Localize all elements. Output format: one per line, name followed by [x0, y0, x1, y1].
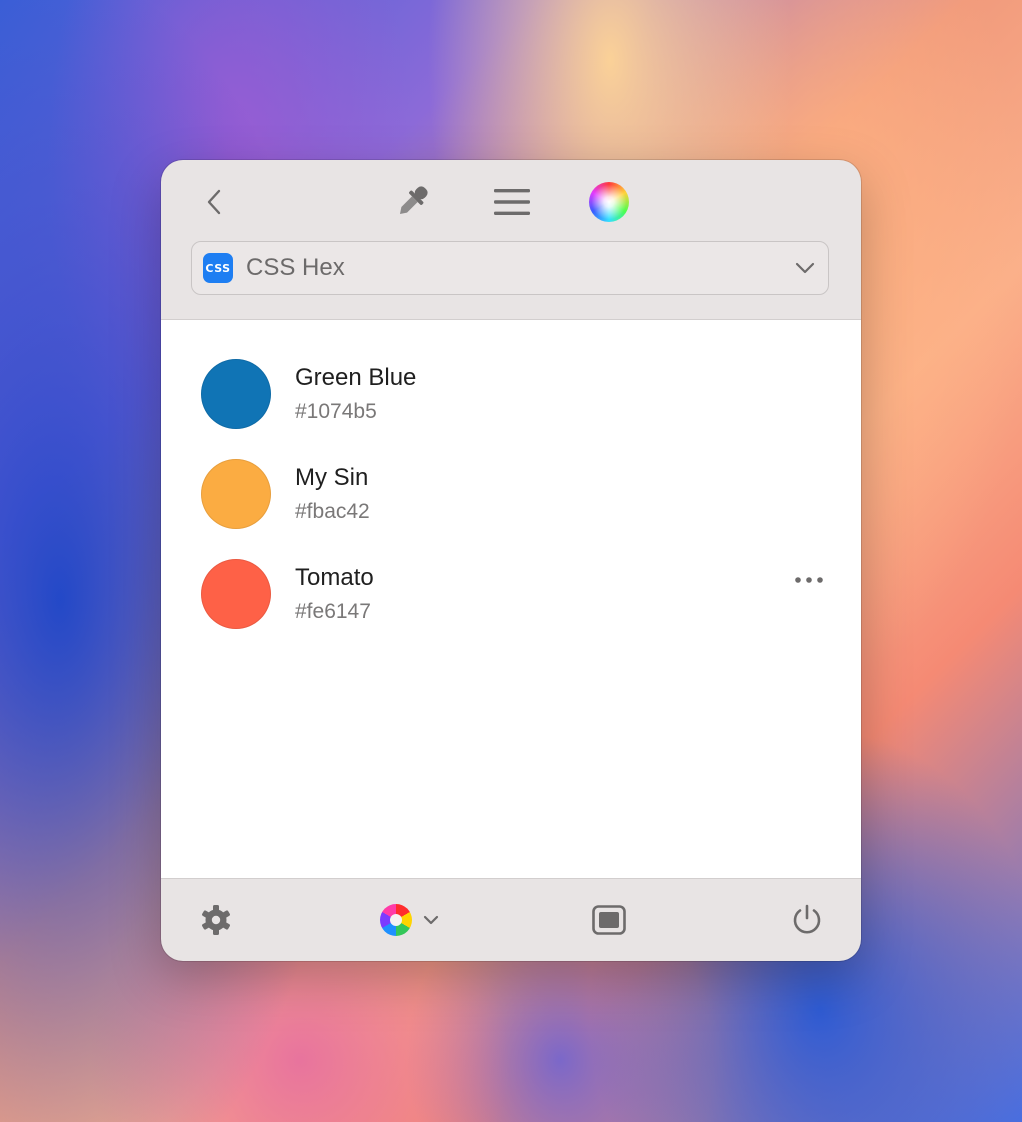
list-item[interactable]: Green Blue #1074b5: [161, 342, 861, 442]
menu-button[interactable]: [488, 178, 536, 226]
eyedropper-icon: [399, 186, 428, 215]
color-name: My Sin: [295, 464, 369, 491]
color-swatch[interactable]: [201, 459, 271, 529]
eyedropper-button[interactable]: [388, 178, 436, 226]
back-button[interactable]: [190, 178, 238, 226]
color-name: Tomato: [295, 564, 374, 591]
color-swatch[interactable]: [201, 359, 271, 429]
settings-button[interactable]: [194, 898, 238, 942]
chevron-left-icon: [207, 189, 221, 215]
power-button[interactable]: [787, 898, 827, 942]
format-select[interactable]: CSS CSS Hex: [191, 241, 829, 295]
color-picker-panel: CSS CSS Hex Green Blue #1074b5 My Sin #f…: [161, 160, 861, 961]
list-item[interactable]: Tomato #fe6147: [161, 542, 861, 642]
chevron-down-icon: [795, 262, 815, 274]
window-icon: [592, 905, 626, 935]
color-hex: #fe6147: [295, 600, 371, 623]
color-name: Green Blue: [295, 364, 417, 391]
palette-menu-button[interactable]: [375, 898, 445, 942]
color-hex: #1074b5: [295, 400, 377, 423]
more-options-button[interactable]: [789, 568, 829, 592]
hamburger-menu-icon: [494, 189, 530, 215]
color-list: Green Blue #1074b5 My Sin #fbac42 Tomato…: [161, 319, 861, 879]
bottom-bar: [161, 879, 861, 961]
format-label: CSS Hex: [246, 254, 345, 281]
color-swatch[interactable]: [201, 559, 271, 629]
chevron-down-icon: [423, 915, 439, 925]
color-hex: #fbac42: [295, 500, 370, 523]
list-item[interactable]: My Sin #fbac42: [161, 442, 861, 542]
window-button[interactable]: [589, 898, 629, 942]
color-palette-icon: [380, 904, 412, 936]
gear-icon: [202, 905, 230, 935]
toolbar: [161, 160, 861, 244]
ellipsis-icon: [795, 577, 823, 583]
color-wheel-icon: [589, 182, 629, 222]
power-icon: [793, 904, 821, 934]
css-badge-icon: CSS: [203, 253, 233, 283]
color-wheel-button[interactable]: [585, 178, 633, 226]
